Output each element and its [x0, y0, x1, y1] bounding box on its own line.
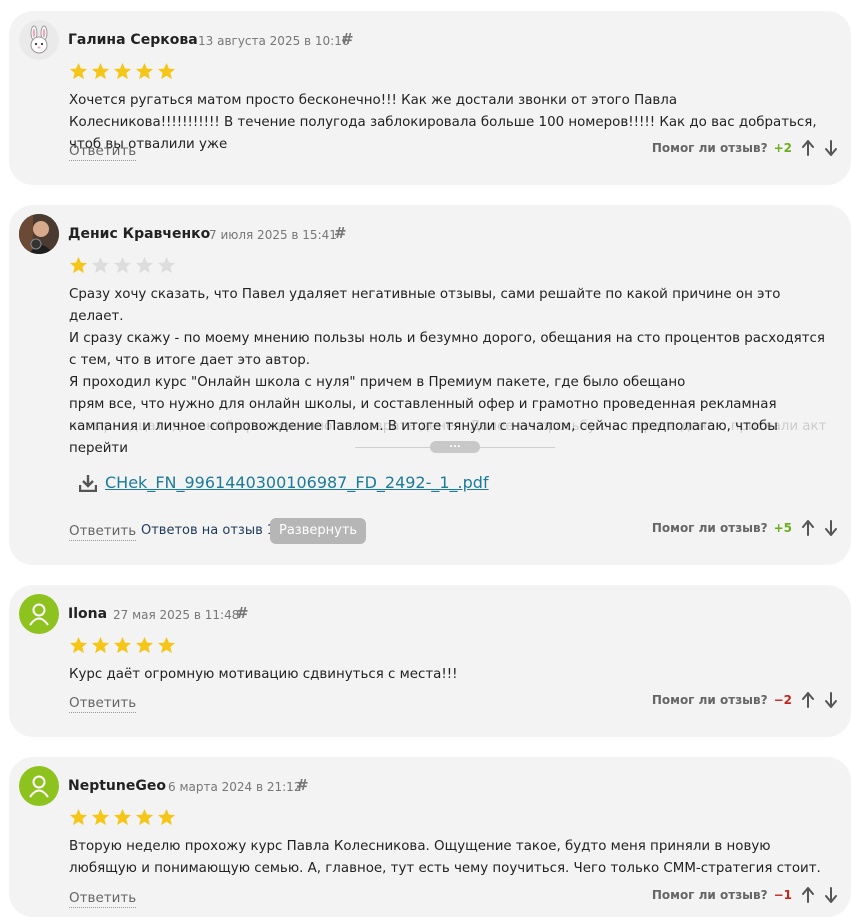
vote-up-icon[interactable]: [801, 692, 815, 708]
vote-up-icon[interactable]: [801, 887, 815, 903]
vote-down-icon[interactable]: [824, 887, 838, 903]
helpful-block: Помог ли отзыв? +5: [652, 520, 838, 536]
review-date: 27 мая 2025 в 11:48: [113, 608, 240, 622]
avatar: [19, 594, 59, 634]
star-icon: [69, 256, 88, 274]
bunny-avatar-icon: [30, 25, 48, 54]
review-card: Ilona 27 мая 2025 в 11:48 # Курс даёт ог…: [9, 585, 851, 737]
star-icon: [135, 636, 154, 654]
star-icon: [91, 636, 110, 654]
review-date: 13 августа 2025 в 10:16: [198, 34, 350, 48]
review-date: 7 июля 2025 в 15:41: [209, 228, 337, 242]
collapsed-text-fade: четырнадцатидневный срок законного возвр…: [69, 416, 829, 438]
star-icon: [113, 62, 132, 80]
review-paragraph: И сразу скажу - по моему мнению пользы н…: [69, 331, 825, 368]
author-name: Денис Кравченко: [68, 226, 211, 242]
star-icon: [157, 62, 176, 80]
helpful-block: Помог ли отзыв? +2: [652, 140, 838, 156]
star-icon: [157, 256, 176, 274]
review-date: 6 марта 2024 в 21:12: [168, 780, 302, 794]
rating-stars: [69, 256, 176, 275]
star-icon: [113, 636, 132, 654]
reply-link[interactable]: Ответить: [69, 523, 137, 541]
rating-stars: [69, 636, 176, 655]
review-card: Галина Серкова 13 августа 2025 в 10:16 #…: [9, 11, 851, 185]
helpful-score: +2: [773, 141, 792, 155]
review-text: Вторую неделю прохожу курс Павла Колесни…: [69, 836, 829, 880]
vote-up-icon[interactable]: [801, 520, 815, 536]
permalink-hash[interactable]: #: [334, 224, 347, 242]
star-icon: [69, 808, 88, 826]
star-icon: [135, 808, 154, 826]
review-paragraph: Сразу хочу сказать, что Павел удаляет не…: [69, 287, 781, 324]
avatar: [19, 766, 59, 806]
review-paragraph: Я проходил курс "Онлайн школа с нуля" пр…: [69, 375, 686, 390]
helpful-label: Помог ли отзыв?: [651, 693, 768, 707]
vote-down-icon[interactable]: [824, 520, 838, 536]
helpful-score: −1: [773, 888, 792, 902]
author-name: NeptuneGeo: [68, 778, 166, 794]
rating-stars: [69, 808, 176, 827]
reply-link[interactable]: Ответить: [69, 695, 137, 713]
helpful-label: Помог ли отзыв?: [651, 141, 768, 155]
review-text: Курс даёт огромную мотивацию сдвинуться …: [69, 664, 829, 686]
star-icon: [135, 62, 154, 80]
vote-down-icon[interactable]: [824, 692, 838, 708]
show-more-button[interactable]: ...: [430, 440, 480, 453]
avatar: [19, 214, 59, 254]
vote-up-icon[interactable]: [801, 140, 815, 156]
review-card: NeptuneGeo 6 марта 2024 в 21:12 # Вторую…: [9, 757, 851, 917]
helpful-score: −2: [773, 693, 792, 707]
attachment-link[interactable]: CHek_FN_9961440300106987_FD_2492-_1_.pdf: [105, 473, 489, 492]
star-icon: [91, 808, 110, 826]
helpful-label: Помог ли отзыв?: [651, 521, 768, 535]
rating-stars: [69, 62, 176, 81]
helpful-label: Помог ли отзыв?: [651, 888, 768, 902]
star-icon: [113, 256, 132, 274]
helpful-score: +5: [773, 521, 792, 535]
default-user-icon: [29, 775, 49, 798]
review-paragraph: Вторую неделю прохожу курс Павла Колесни…: [69, 839, 821, 876]
permalink-hash[interactable]: #: [296, 776, 309, 794]
permalink-hash[interactable]: #: [236, 604, 249, 622]
star-icon: [157, 808, 176, 826]
star-icon: [135, 256, 154, 274]
attachment: CHek_FN_9961440300106987_FD_2492-_1_.pdf: [79, 473, 489, 492]
avatar: [19, 20, 59, 60]
star-icon: [91, 256, 110, 274]
expand-replies-button[interactable]: Развернуть: [270, 518, 367, 544]
helpful-block: Помог ли отзыв? −1: [652, 887, 838, 903]
replies-count-link[interactable]: Ответов на отзыв 1: [141, 523, 275, 538]
star-icon: [157, 636, 176, 654]
vote-down-icon[interactable]: [824, 140, 838, 156]
star-icon: [91, 62, 110, 80]
permalink-hash[interactable]: #: [341, 30, 354, 48]
author-name: Галина Серкова: [68, 32, 198, 48]
review-card: Денис Кравченко 7 июля 2025 в 15:41 # Ср…: [9, 205, 851, 565]
star-icon: [69, 62, 88, 80]
default-user-icon: [29, 603, 49, 626]
faded-text: четырнадцатидневный срок законного возвр…: [69, 419, 827, 434]
user-photo-icon: [19, 214, 59, 254]
star-icon: [113, 808, 132, 826]
reply-link[interactable]: Ответить: [69, 143, 137, 161]
star-icon: [69, 636, 88, 654]
helpful-block: Помог ли отзыв? −2: [652, 692, 838, 708]
author-name: Ilona: [68, 606, 108, 622]
download-icon: [79, 474, 97, 492]
reply-link[interactable]: Ответить: [69, 890, 137, 908]
review-paragraph: Курс даёт огромную мотивацию сдвинуться …: [69, 667, 458, 682]
